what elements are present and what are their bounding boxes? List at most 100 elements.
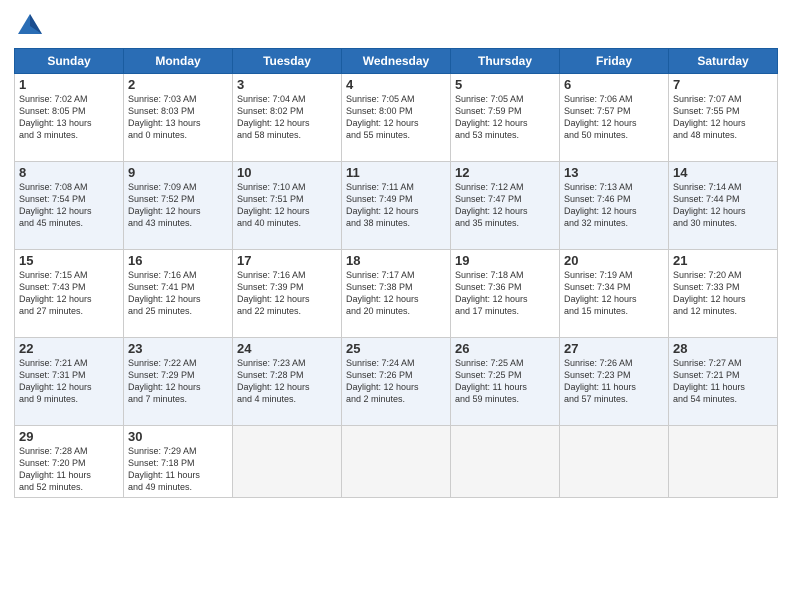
day-number: 13 xyxy=(564,165,664,180)
day-info: Sunrise: 7:02 AMSunset: 8:05 PMDaylight:… xyxy=(19,93,119,142)
day-info: Sunrise: 7:16 AMSunset: 7:41 PMDaylight:… xyxy=(128,269,228,318)
calendar: Sunday Monday Tuesday Wednesday Thursday… xyxy=(14,48,778,498)
calendar-cell: 20 Sunrise: 7:19 AMSunset: 7:34 PMDaylig… xyxy=(560,250,669,338)
day-info: Sunrise: 7:26 AMSunset: 7:23 PMDaylight:… xyxy=(564,357,664,406)
day-number: 12 xyxy=(455,165,555,180)
day-number: 7 xyxy=(673,77,773,92)
day-info: Sunrise: 7:20 AMSunset: 7:33 PMDaylight:… xyxy=(673,269,773,318)
calendar-week-1: 1 Sunrise: 7:02 AMSunset: 8:05 PMDayligh… xyxy=(15,74,778,162)
day-info: Sunrise: 7:28 AMSunset: 7:20 PMDaylight:… xyxy=(19,445,119,494)
calendar-cell: 23 Sunrise: 7:22 AMSunset: 7:29 PMDaylig… xyxy=(124,338,233,426)
calendar-cell: 26 Sunrise: 7:25 AMSunset: 7:25 PMDaylig… xyxy=(451,338,560,426)
calendar-cell: 17 Sunrise: 7:16 AMSunset: 7:39 PMDaylig… xyxy=(233,250,342,338)
calendar-cell: 25 Sunrise: 7:24 AMSunset: 7:26 PMDaylig… xyxy=(342,338,451,426)
day-info: Sunrise: 7:27 AMSunset: 7:21 PMDaylight:… xyxy=(673,357,773,406)
calendar-cell: 1 Sunrise: 7:02 AMSunset: 8:05 PMDayligh… xyxy=(15,74,124,162)
calendar-cell: 27 Sunrise: 7:26 AMSunset: 7:23 PMDaylig… xyxy=(560,338,669,426)
day-number: 6 xyxy=(564,77,664,92)
calendar-cell: 9 Sunrise: 7:09 AMSunset: 7:52 PMDayligh… xyxy=(124,162,233,250)
day-number: 11 xyxy=(346,165,446,180)
day-info: Sunrise: 7:23 AMSunset: 7:28 PMDaylight:… xyxy=(237,357,337,406)
day-number: 26 xyxy=(455,341,555,356)
calendar-week-4: 22 Sunrise: 7:21 AMSunset: 7:31 PMDaylig… xyxy=(15,338,778,426)
day-info: Sunrise: 7:18 AMSunset: 7:36 PMDaylight:… xyxy=(455,269,555,318)
calendar-cell xyxy=(560,426,669,498)
day-info: Sunrise: 7:24 AMSunset: 7:26 PMDaylight:… xyxy=(346,357,446,406)
calendar-cell xyxy=(451,426,560,498)
day-number: 17 xyxy=(237,253,337,268)
calendar-week-3: 15 Sunrise: 7:15 AMSunset: 7:43 PMDaylig… xyxy=(15,250,778,338)
day-info: Sunrise: 7:06 AMSunset: 7:57 PMDaylight:… xyxy=(564,93,664,142)
day-number: 27 xyxy=(564,341,664,356)
calendar-cell: 2 Sunrise: 7:03 AMSunset: 8:03 PMDayligh… xyxy=(124,74,233,162)
day-info: Sunrise: 7:19 AMSunset: 7:34 PMDaylight:… xyxy=(564,269,664,318)
day-number: 8 xyxy=(19,165,119,180)
day-info: Sunrise: 7:25 AMSunset: 7:25 PMDaylight:… xyxy=(455,357,555,406)
day-number: 9 xyxy=(128,165,228,180)
day-number: 24 xyxy=(237,341,337,356)
day-info: Sunrise: 7:13 AMSunset: 7:46 PMDaylight:… xyxy=(564,181,664,230)
day-number: 30 xyxy=(128,429,228,444)
day-info: Sunrise: 7:12 AMSunset: 7:47 PMDaylight:… xyxy=(455,181,555,230)
day-info: Sunrise: 7:11 AMSunset: 7:49 PMDaylight:… xyxy=(346,181,446,230)
calendar-cell: 7 Sunrise: 7:07 AMSunset: 7:55 PMDayligh… xyxy=(669,74,778,162)
calendar-cell: 14 Sunrise: 7:14 AMSunset: 7:44 PMDaylig… xyxy=(669,162,778,250)
day-info: Sunrise: 7:15 AMSunset: 7:43 PMDaylight:… xyxy=(19,269,119,318)
header xyxy=(14,10,778,42)
calendar-cell: 15 Sunrise: 7:15 AMSunset: 7:43 PMDaylig… xyxy=(15,250,124,338)
day-number: 16 xyxy=(128,253,228,268)
day-info: Sunrise: 7:04 AMSunset: 8:02 PMDaylight:… xyxy=(237,93,337,142)
calendar-week-5: 29 Sunrise: 7:28 AMSunset: 7:20 PMDaylig… xyxy=(15,426,778,498)
day-number: 2 xyxy=(128,77,228,92)
calendar-cell xyxy=(669,426,778,498)
calendar-cell xyxy=(342,426,451,498)
calendar-week-2: 8 Sunrise: 7:08 AMSunset: 7:54 PMDayligh… xyxy=(15,162,778,250)
col-wednesday: Wednesday xyxy=(342,49,451,74)
day-number: 22 xyxy=(19,341,119,356)
calendar-cell: 30 Sunrise: 7:29 AMSunset: 7:18 PMDaylig… xyxy=(124,426,233,498)
calendar-cell: 3 Sunrise: 7:04 AMSunset: 8:02 PMDayligh… xyxy=(233,74,342,162)
day-info: Sunrise: 7:16 AMSunset: 7:39 PMDaylight:… xyxy=(237,269,337,318)
day-number: 18 xyxy=(346,253,446,268)
day-number: 25 xyxy=(346,341,446,356)
calendar-cell: 29 Sunrise: 7:28 AMSunset: 7:20 PMDaylig… xyxy=(15,426,124,498)
day-info: Sunrise: 7:05 AMSunset: 7:59 PMDaylight:… xyxy=(455,93,555,142)
calendar-cell: 21 Sunrise: 7:20 AMSunset: 7:33 PMDaylig… xyxy=(669,250,778,338)
col-sunday: Sunday xyxy=(15,49,124,74)
day-number: 21 xyxy=(673,253,773,268)
logo-icon xyxy=(14,10,46,42)
calendar-cell: 18 Sunrise: 7:17 AMSunset: 7:38 PMDaylig… xyxy=(342,250,451,338)
calendar-cell: 24 Sunrise: 7:23 AMSunset: 7:28 PMDaylig… xyxy=(233,338,342,426)
day-number: 28 xyxy=(673,341,773,356)
day-info: Sunrise: 7:03 AMSunset: 8:03 PMDaylight:… xyxy=(128,93,228,142)
day-number: 20 xyxy=(564,253,664,268)
col-tuesday: Tuesday xyxy=(233,49,342,74)
page-container: Sunday Monday Tuesday Wednesday Thursday… xyxy=(0,0,792,508)
calendar-cell: 4 Sunrise: 7:05 AMSunset: 8:00 PMDayligh… xyxy=(342,74,451,162)
day-number: 1 xyxy=(19,77,119,92)
day-info: Sunrise: 7:17 AMSunset: 7:38 PMDaylight:… xyxy=(346,269,446,318)
col-monday: Monday xyxy=(124,49,233,74)
day-number: 3 xyxy=(237,77,337,92)
col-thursday: Thursday xyxy=(451,49,560,74)
col-friday: Friday xyxy=(560,49,669,74)
day-info: Sunrise: 7:07 AMSunset: 7:55 PMDaylight:… xyxy=(673,93,773,142)
calendar-cell xyxy=(233,426,342,498)
calendar-cell: 12 Sunrise: 7:12 AMSunset: 7:47 PMDaylig… xyxy=(451,162,560,250)
calendar-cell: 16 Sunrise: 7:16 AMSunset: 7:41 PMDaylig… xyxy=(124,250,233,338)
calendar-header: Sunday Monday Tuesday Wednesday Thursday… xyxy=(15,49,778,74)
weekday-header-row: Sunday Monday Tuesday Wednesday Thursday… xyxy=(15,49,778,74)
day-info: Sunrise: 7:05 AMSunset: 8:00 PMDaylight:… xyxy=(346,93,446,142)
calendar-cell: 13 Sunrise: 7:13 AMSunset: 7:46 PMDaylig… xyxy=(560,162,669,250)
calendar-cell: 10 Sunrise: 7:10 AMSunset: 7:51 PMDaylig… xyxy=(233,162,342,250)
day-info: Sunrise: 7:21 AMSunset: 7:31 PMDaylight:… xyxy=(19,357,119,406)
day-info: Sunrise: 7:09 AMSunset: 7:52 PMDaylight:… xyxy=(128,181,228,230)
day-number: 5 xyxy=(455,77,555,92)
calendar-cell: 28 Sunrise: 7:27 AMSunset: 7:21 PMDaylig… xyxy=(669,338,778,426)
day-info: Sunrise: 7:10 AMSunset: 7:51 PMDaylight:… xyxy=(237,181,337,230)
col-saturday: Saturday xyxy=(669,49,778,74)
day-info: Sunrise: 7:29 AMSunset: 7:18 PMDaylight:… xyxy=(128,445,228,494)
day-info: Sunrise: 7:14 AMSunset: 7:44 PMDaylight:… xyxy=(673,181,773,230)
day-number: 29 xyxy=(19,429,119,444)
day-info: Sunrise: 7:22 AMSunset: 7:29 PMDaylight:… xyxy=(128,357,228,406)
